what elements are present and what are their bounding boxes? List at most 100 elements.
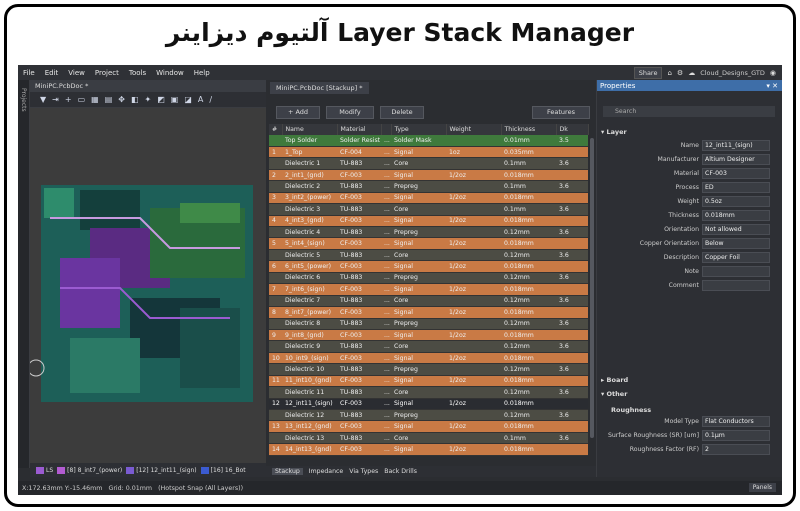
column-header[interactable]: Dk — [556, 124, 589, 135]
layer-row[interactable]: 1 1_Top CF-004... Signal 1oz 0.035mm — [269, 146, 588, 159]
properties-search[interactable]: Search — [603, 106, 775, 117]
layer-row[interactable]: Dielectric 12 TU-883... Prepreg 0.12mm 3.6 — [269, 409, 588, 422]
add-icon[interactable]: + — [65, 95, 72, 104]
region-icon[interactable]: ◪ — [184, 95, 192, 104]
layer-tab-ls[interactable]: LS — [36, 466, 53, 474]
add-layer-button[interactable]: + Add — [276, 105, 320, 119]
tab-stackup[interactable]: Stackup — [272, 468, 303, 475]
layer-row[interactable]: 12 12_int11_(sign) CF-003... Signal 1/2oz 0.0… — [269, 398, 588, 411]
component-icon[interactable]: ▦ — [91, 95, 99, 104]
layer-row[interactable]: 14 14_int13_(gnd) CF-003... Signal 1/2oz 0.01… — [269, 443, 588, 456]
layer-row[interactable]: Dielectric 13 TU-883... Core 0.1mm 3.6 — [269, 432, 588, 445]
roughness-value[interactable]: 2 — [702, 444, 770, 455]
roughness-value[interactable]: 0.1μm — [702, 430, 770, 441]
layer-row[interactable]: Dielectric 4 TU-883... Prepreg 0.12mm 3.6 — [269, 226, 588, 239]
menu-help[interactable]: Help — [189, 69, 215, 77]
column-header[interactable]: Material — [337, 124, 382, 135]
section-layer[interactable]: ▾ Layer — [601, 128, 627, 136]
layer-row[interactable]: Dielectric 9 TU-883... Core 0.12mm 3.6 — [269, 340, 588, 353]
layer-row[interactable]: 2 2_int1_(gnd) CF-003... Signal 1/2oz 0.018mm — [269, 169, 588, 182]
share-button[interactable]: Share — [633, 67, 663, 79]
layer-row[interactable]: Dielectric 6 TU-883... Prepreg 0.12mm 3.6 — [269, 272, 588, 285]
route-icon[interactable]: ⇥ — [52, 95, 59, 104]
layer-row[interactable]: 13 13_int12_(gnd) CF-003... Signal 1/2oz 0.01… — [269, 420, 588, 433]
property-value[interactable]: Copper Foil — [702, 252, 770, 263]
layer-row[interactable]: Dielectric 3 TU-883... Core 0.1mm 3.6 — [269, 203, 588, 216]
property-value[interactable]: 12_int11_(sign) — [702, 140, 770, 151]
features-dropdown[interactable]: Features — [532, 105, 590, 119]
panel-controls-icon[interactable]: ▾ ✕ — [766, 82, 778, 90]
layer-row[interactable]: 4 4_int3_(gnd) CF-003... Signal 1/2oz 0.018mm — [269, 215, 588, 228]
layer-row[interactable]: Dielectric 2 TU-883... Prepreg 0.1mm 3.6 — [269, 180, 588, 193]
user-icon[interactable]: ◉ — [770, 69, 776, 77]
menu-edit[interactable]: Edit — [40, 69, 64, 77]
property-value[interactable]: CF-003 — [702, 168, 770, 179]
column-header[interactable] — [381, 124, 392, 135]
property-value[interactable]: Below — [702, 238, 770, 249]
filter-icon[interactable]: ▼ — [40, 95, 46, 104]
column-header[interactable]: Weight — [446, 124, 502, 135]
panels-button[interactable]: Panels — [748, 483, 776, 492]
line-icon[interactable]: ∕ — [209, 95, 212, 104]
layer-row[interactable]: 5 5_int4_(sign) CF-003... Signal 1/2oz 0.018m… — [269, 237, 588, 250]
delete-layer-button[interactable]: Delete — [380, 105, 424, 119]
layer-tab-16[interactable]: [16] 16_Bot — [200, 466, 246, 474]
projects-strip[interactable]: Projects — [18, 80, 30, 468]
tab-via-types[interactable]: Via Types — [349, 468, 378, 475]
fill-icon[interactable]: ▣ — [171, 95, 179, 104]
layer-row[interactable]: Dielectric 10 TU-883... Prepreg 0.12mm 3.6 — [269, 363, 588, 376]
layer-row[interactable]: Dielectric 11 TU-883... Core 0.12mm 3.6 — [269, 386, 588, 399]
move-icon[interactable]: ✥ — [118, 95, 125, 104]
section-board[interactable]: ▸ Board — [601, 376, 628, 384]
property-value[interactable]: 0.5oz — [702, 196, 770, 207]
layer-row[interactable]: 10 10_int9_(sign) CF-003... Signal 1/2oz 0.01… — [269, 352, 588, 365]
layer-row[interactable]: 11 11_int10_(gnd) CF-003... Signal 1/2oz 0.01… — [269, 375, 588, 388]
column-header[interactable]: # — [269, 124, 283, 135]
layer-cell-w — [446, 318, 501, 330]
pcb-canvas[interactable] — [30, 108, 266, 463]
home-icon[interactable]: ⌂ — [667, 69, 671, 77]
property-value[interactable]: ED — [702, 182, 770, 193]
property-value[interactable] — [702, 266, 770, 277]
tab-back-drills[interactable]: Back Drills — [384, 468, 417, 475]
layer-row[interactable]: Dielectric 8 TU-883... Prepreg 0.12mm 3.6 — [269, 318, 588, 330]
layer-row[interactable]: 3 3_int2_(power) CF-003... Signal 1/2oz 0.018… — [269, 192, 588, 205]
layer-row[interactable]: Top Solder Solder Resist... Solder Mask 0.0… — [269, 135, 588, 147]
select-rect-icon[interactable]: ▭ — [78, 95, 86, 104]
menu-tools[interactable]: Tools — [124, 69, 151, 77]
property-value[interactable]: Not allowed — [702, 224, 770, 235]
property-value[interactable] — [702, 280, 770, 291]
pcb-document-tab[interactable]: MiniPC.PcbDoc * — [30, 80, 266, 92]
chart-icon[interactable]: ▤ — [105, 95, 113, 104]
column-header[interactable]: Thickness — [501, 124, 557, 135]
property-value[interactable]: Altium Designer — [702, 154, 770, 165]
account-name[interactable]: Cloud_Designs_GTD — [700, 69, 765, 77]
column-header[interactable]: Type — [391, 124, 447, 135]
stackup-document-tab[interactable]: MiniPC.PcbDoc [Stackup] * — [270, 82, 369, 94]
tab-impedance[interactable]: Impedance — [309, 468, 343, 475]
layer-row[interactable]: 6 6_int5_(power) CF-003... Signal 1/2oz 0.018… — [269, 260, 588, 273]
column-header[interactable]: Name — [282, 124, 338, 135]
layer-row[interactable]: 7 7_int6_(sign) CF-003... Signal 1/2oz 0.018m… — [269, 283, 588, 296]
text-icon[interactable]: A — [198, 95, 203, 104]
roughness-value[interactable]: Flat Conductors — [702, 416, 770, 427]
modify-layer-button[interactable]: Modify — [326, 105, 374, 119]
menu-file[interactable]: File — [18, 69, 40, 77]
measure-icon[interactable]: ◧ — [131, 95, 139, 104]
table-scrollbar[interactable] — [590, 138, 594, 438]
menu-window[interactable]: Window — [151, 69, 189, 77]
section-other[interactable]: ▾ Other — [601, 390, 627, 398]
menu-project[interactable]: Project — [90, 69, 124, 77]
layer-row[interactable]: 9 9_int8_(gnd) CF-003... Signal 1/2oz 0.018mm — [269, 329, 588, 342]
menu-view[interactable]: View — [63, 69, 90, 77]
layer-row[interactable]: 8 8_int7_(power) CF-003... Signal 1/2oz 0.018… — [269, 306, 588, 319]
layer-tab-8[interactable]: [8] 8_int7_(power) — [57, 466, 122, 474]
property-value[interactable]: 0.018mm — [702, 210, 770, 221]
layer-tab-12[interactable]: [12] 12_int11_(sign) — [126, 466, 197, 474]
pin-icon[interactable]: ✦ — [145, 95, 152, 104]
layer-row[interactable]: Dielectric 1 TU-883... Core 0.1mm 3.6 — [269, 157, 588, 170]
gear-icon[interactable]: ⚙ — [677, 69, 683, 77]
layer-row[interactable]: Dielectric 7 TU-883... Core 0.12mm 3.6 — [269, 295, 588, 308]
polygon-icon[interactable]: ◩ — [157, 95, 165, 104]
layer-row[interactable]: Dielectric 5 TU-883... Core 0.12mm 3.6 — [269, 249, 588, 262]
